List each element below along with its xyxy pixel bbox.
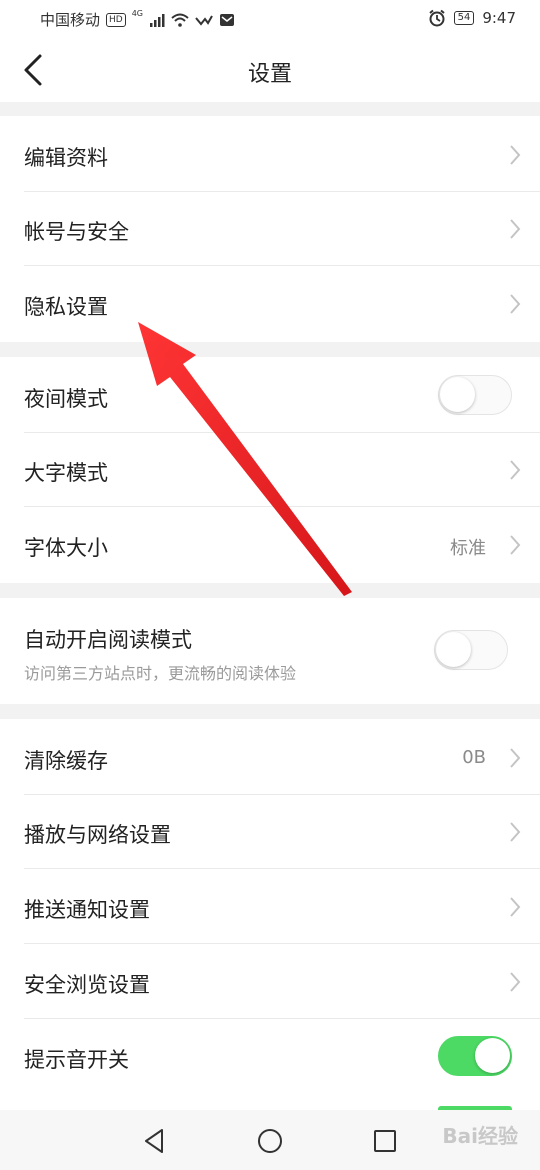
chevron-right-icon xyxy=(510,822,521,842)
chevron-right-icon xyxy=(510,294,521,314)
nav-back-icon[interactable] xyxy=(142,1128,168,1154)
sound-toggle-row[interactable]: 提示音开关 xyxy=(0,1020,540,1094)
message-icon xyxy=(220,13,235,26)
carrier-label: 中国移动 xyxy=(40,11,101,29)
status-bar: 中国移动 HD 4G 54 9:47 xyxy=(0,0,540,38)
row-label: 自动开启阅读模式 xyxy=(24,628,192,652)
row-label: 推送通知设置 xyxy=(24,898,150,922)
watermark: Bai经验 xyxy=(442,1124,518,1148)
row-label: 清除缓存 xyxy=(24,749,108,773)
general-settings-group: 清除缓存 0B 播放与网络设置 推送通知设置 安全浏览设置 提示音开关 xyxy=(0,719,540,1110)
divider xyxy=(24,943,540,944)
reading-mode-group: 自动开启阅读模式 访问第三方站点时，更流畅的阅读体验 xyxy=(0,598,540,704)
toggle-knob xyxy=(436,632,471,667)
row-label: 夜间模式 xyxy=(24,387,108,411)
edit-profile-row[interactable]: 编辑资料 xyxy=(0,118,540,192)
toggle-knob xyxy=(440,377,475,412)
chevron-right-icon xyxy=(510,460,521,480)
battery-level: 54 xyxy=(453,11,475,25)
row-label: 编辑资料 xyxy=(24,146,108,170)
row-label: 隐私设置 xyxy=(24,295,108,319)
chevron-right-icon xyxy=(510,897,521,917)
privacy-settings-row[interactable]: 隐私设置 xyxy=(0,267,540,341)
night-mode-toggle[interactable] xyxy=(438,375,512,415)
divider xyxy=(24,506,540,507)
row-label: 安全浏览设置 xyxy=(24,973,150,997)
row-label: 播放与网络设置 xyxy=(24,823,171,847)
clear-cache-row[interactable]: 清除缓存 0B xyxy=(0,721,540,795)
auto-reading-mode-toggle[interactable] xyxy=(434,630,508,670)
large-text-mode-row[interactable]: 大字模式 xyxy=(0,433,540,507)
night-mode-row[interactable]: 夜间模式 xyxy=(0,359,540,433)
chevron-right-icon xyxy=(510,145,521,165)
page-title: 设置 xyxy=(247,62,292,87)
nav-home-icon[interactable] xyxy=(257,1128,283,1154)
chevron-right-icon xyxy=(510,748,521,768)
account-security-row[interactable]: 帐号与安全 xyxy=(0,192,540,266)
display-settings-group: 夜间模式 大字模式 字体大小 标准 xyxy=(0,357,540,583)
divider xyxy=(24,1018,540,1019)
chevron-right-icon xyxy=(510,972,521,992)
divider xyxy=(24,868,540,869)
toggle-knob xyxy=(475,1038,510,1073)
playback-network-row[interactable]: 播放与网络设置 xyxy=(0,795,540,869)
alarm-icon xyxy=(428,9,445,27)
chevron-right-icon xyxy=(510,219,521,239)
row-label: 帐号与安全 xyxy=(24,220,129,244)
auto-reading-mode-row[interactable]: 自动开启阅读模式 访问第三方站点时，更流畅的阅读体验 xyxy=(0,598,540,704)
clock: 9:47 xyxy=(482,9,516,27)
system-nav-bar: Bai经验 xyxy=(0,1110,540,1170)
safe-browsing-row[interactable]: 安全浏览设置 xyxy=(0,945,540,1019)
nav-recent-icon[interactable] xyxy=(372,1128,398,1154)
top-bar: 设置 xyxy=(0,38,540,102)
row-label: 大字模式 xyxy=(24,461,108,485)
row-label: 字体大小 xyxy=(24,536,108,560)
row-label: 提示音开关 xyxy=(24,1048,129,1072)
chevron-right-icon xyxy=(510,535,521,555)
sound-toggle[interactable] xyxy=(438,1036,512,1076)
divider xyxy=(24,265,540,266)
signal-icon xyxy=(150,13,165,27)
font-size-row[interactable]: 字体大小 标准 xyxy=(0,508,540,582)
account-settings-group: 编辑资料 帐号与安全 隐私设置 xyxy=(0,116,540,342)
font-size-value: 标准 xyxy=(450,538,486,559)
link-icon xyxy=(195,15,213,26)
network-type: 4G xyxy=(131,8,144,18)
row-description: 访问第三方站点时，更流畅的阅读体验 xyxy=(24,664,297,683)
cache-size-value: 0B xyxy=(462,747,486,768)
wifi-icon xyxy=(171,13,189,27)
hd-badge: HD xyxy=(106,12,126,27)
push-notification-row[interactable]: 推送通知设置 xyxy=(0,870,540,944)
